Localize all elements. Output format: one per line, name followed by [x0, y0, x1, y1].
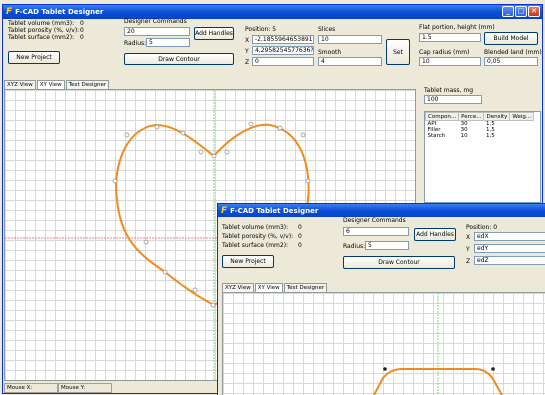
x-input[interactable]: edX: [474, 232, 545, 241]
flat-portion-label: Flat portion, height (mm): [419, 24, 495, 31]
z-input[interactable]: edZ: [474, 256, 545, 265]
radius-input[interactable]: 5: [365, 241, 409, 250]
column-density[interactable]: Density: [483, 112, 511, 121]
x-input[interactable]: -2,18559646538917E-7: [252, 35, 314, 44]
flat-portion-input[interactable]: 1.5: [419, 33, 481, 42]
cap-radius-label: Cap radius (mm): [419, 49, 470, 56]
tab-xy-view[interactable]: XY View: [36, 80, 65, 89]
porosity-value: 0: [298, 233, 302, 240]
tab-xy-view[interactable]: XY View: [254, 283, 283, 292]
app-icon: F: [221, 205, 228, 216]
volume-label: Tablet volume (mm3):: [222, 224, 289, 231]
new-project-button[interactable]: New Project: [222, 255, 274, 268]
tab-xyz-view[interactable]: XYZ View: [222, 283, 254, 292]
volume-value: 0: [80, 20, 84, 27]
z-label: Z: [466, 258, 471, 265]
surface-value: 0: [298, 242, 302, 249]
second-title: F-CAD Tablet Designer: [230, 206, 319, 215]
smooth-input[interactable]: 4: [318, 57, 382, 66]
z-label: Z: [245, 59, 250, 66]
new-project-button[interactable]: New Project: [8, 51, 60, 64]
second-titlebar[interactable]: F F-CAD Tablet Designer: [218, 204, 545, 217]
mouse-y-readout: Mouse Y:: [58, 383, 112, 393]
radius-label: Radius:: [343, 243, 366, 250]
build-model-button[interactable]: Build Model: [484, 32, 538, 45]
add-handles-button[interactable]: Add Handles: [414, 228, 456, 241]
draw-contour-button[interactable]: Draw Contour: [124, 53, 234, 65]
porosity-value: 0: [80, 27, 84, 34]
porosity-label: Tablet porosity (%, v/v):: [222, 233, 294, 240]
radius-label: Radius:: [124, 40, 147, 47]
components-table[interactable]: Compon... Perce... Density Weig... API 3…: [424, 111, 541, 203]
tablet-mass-label: Tablet mass, mg: [424, 87, 474, 94]
main-tabs: XYZ View XY View Text Designer: [4, 80, 110, 89]
slices-input[interactable]: 10: [318, 35, 382, 44]
column-percent[interactable]: Perce...: [458, 112, 485, 121]
main-title: F-CAD Tablet Designer: [15, 8, 104, 16]
x-label: X: [466, 234, 471, 241]
main-titlebar[interactable]: F F-CAD Tablet Designer _ □ ✕: [3, 5, 542, 19]
slices-label: Slices: [318, 26, 336, 33]
table-cell: 1,5: [485, 133, 495, 139]
radius-input[interactable]: 5: [146, 38, 190, 47]
y-label: Y: [466, 246, 470, 253]
smooth-label: Smooth: [318, 49, 342, 56]
draw-contour-button[interactable]: Draw Contour: [343, 256, 455, 269]
second-contour-drawing: [372, 293, 504, 395]
close-button[interactable]: ✕: [528, 6, 540, 17]
surface-label: Tablet surface (mm2):: [8, 34, 75, 41]
minimize-button[interactable]: _: [502, 6, 514, 17]
tablet-mass-input[interactable]: 100: [424, 95, 482, 104]
y-label: Y: [245, 48, 249, 55]
column-component[interactable]: Compon...: [425, 112, 460, 121]
column-weight[interactable]: Weig...: [509, 112, 535, 121]
add-handles-button[interactable]: Add Handles: [194, 27, 234, 40]
second-tabs: XYZ View XY View Text Designer: [222, 283, 328, 292]
second-xy-canvas[interactable]: [222, 292, 545, 395]
blended-land-label: Blended land (mm): [484, 49, 542, 56]
commands-input[interactable]: 20: [124, 27, 190, 36]
tab-text-designer[interactable]: Text Designer: [65, 80, 110, 89]
tab-xyz-view[interactable]: XYZ View: [4, 80, 36, 89]
cap-radius-input[interactable]: 10: [419, 57, 481, 66]
z-input[interactable]: 0: [252, 57, 314, 66]
mouse-x-readout: Mouse X:: [4, 383, 58, 393]
tab-text-designer[interactable]: Text Designer: [283, 283, 328, 292]
surface-value: 0: [80, 34, 84, 41]
position-label: Position: 5: [245, 26, 277, 33]
second-window: F F-CAD Tablet Designer Tablet volume (m…: [217, 203, 545, 395]
surface-label: Tablet surface (mm2):: [222, 242, 289, 249]
position-label: Position: 0: [466, 224, 498, 231]
window-controls: _ □ ✕: [502, 6, 540, 17]
table-row[interactable]: Starch 10 1,5: [426, 133, 534, 139]
volume-label: Tablet volume (mm3):: [8, 20, 75, 27]
table-cell: 10: [460, 133, 468, 139]
porosity-label: Tablet porosity (%, v/v):: [8, 27, 80, 34]
contour-handle: [491, 367, 495, 371]
commands-input[interactable]: 6: [343, 227, 409, 236]
maximize-button[interactable]: □: [515, 6, 527, 17]
x-label: X: [245, 37, 250, 44]
y-input[interactable]: 4,2958254577636?: [252, 46, 314, 55]
app-icon: F: [6, 7, 13, 17]
table-cell: Starch: [427, 133, 446, 139]
table-cell: [510, 133, 534, 139]
table-header-row: Compon... Perce... Density Weig...: [425, 112, 535, 121]
y-input[interactable]: edY: [474, 244, 545, 253]
designer-commands-label: Designer Commands: [124, 18, 187, 25]
designer-commands-label: Designer Commands: [343, 217, 406, 224]
volume-value: 0: [298, 224, 302, 231]
blended-land-input[interactable]: 0,05: [484, 57, 538, 66]
contour-handle: [383, 367, 387, 371]
set-button[interactable]: Set: [386, 39, 410, 65]
